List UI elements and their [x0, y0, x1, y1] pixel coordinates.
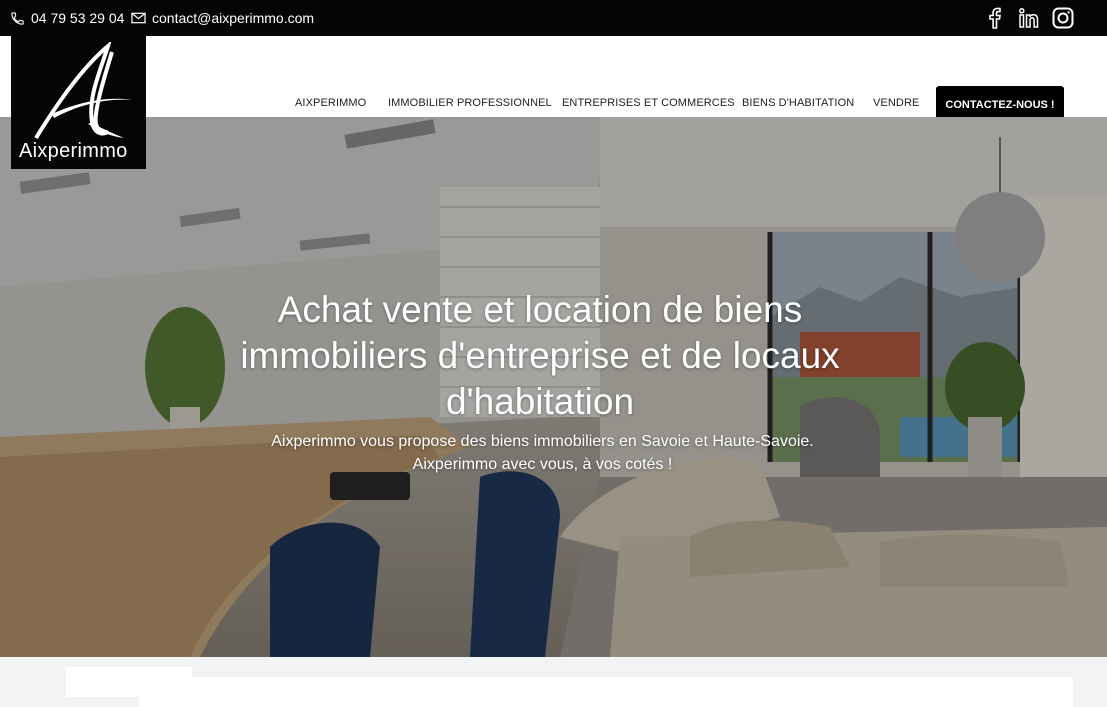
nav-item-immobilier-professionnel[interactable]: IMMOBILIER PROFESSIONNEL: [388, 97, 552, 109]
instagram-icon[interactable]: [1051, 6, 1075, 30]
linkedin-icon[interactable]: [1017, 6, 1041, 30]
mail-icon: [131, 12, 146, 24]
top-contact-bar: 04 79 53 29 04 contact@aixperimmo.com: [0, 0, 1107, 36]
nav-item-biens-habitation[interactable]: BIENS D'HABITATION: [742, 97, 854, 109]
email-contact[interactable]: contact@aixperimmo.com: [131, 10, 314, 26]
site-logo[interactable]: Aixperimmo: [11, 36, 146, 169]
content-card: [139, 677, 1073, 707]
social-links: [983, 6, 1075, 30]
email-address: contact@aixperimmo.com: [152, 10, 315, 26]
phone-number: 04 79 53 29 04: [31, 10, 125, 26]
nav-item-aixperimmo[interactable]: AIXPERIMMO: [295, 97, 366, 109]
facebook-icon[interactable]: [983, 6, 1007, 30]
hero-subtitle-line-1: Aixperimmo vous propose des biens immobi…: [271, 433, 814, 450]
nav-item-vendre[interactable]: VENDRE: [873, 97, 919, 109]
hero-banner: Achat vente et location de biens immobil…: [0, 117, 1107, 657]
logo-mark-icon: [34, 42, 132, 140]
nav-item-entreprises-et-commerces[interactable]: ENTREPRISES ET COMMERCES: [562, 97, 735, 109]
logo-wordmark: Aixperimmo: [19, 140, 128, 162]
content-section: [0, 657, 1107, 707]
hero-subtitle-line-2: Aixperimmo avec vous, à vos cotés !: [412, 456, 673, 473]
hero-title: Achat vente et location de biens immobil…: [240, 289, 840, 422]
phone-contact[interactable]: 04 79 53 29 04: [10, 10, 124, 26]
hero-subtitle: Aixperimmo vous propose des biens immobi…: [220, 430, 865, 476]
phone-icon: [10, 11, 25, 26]
